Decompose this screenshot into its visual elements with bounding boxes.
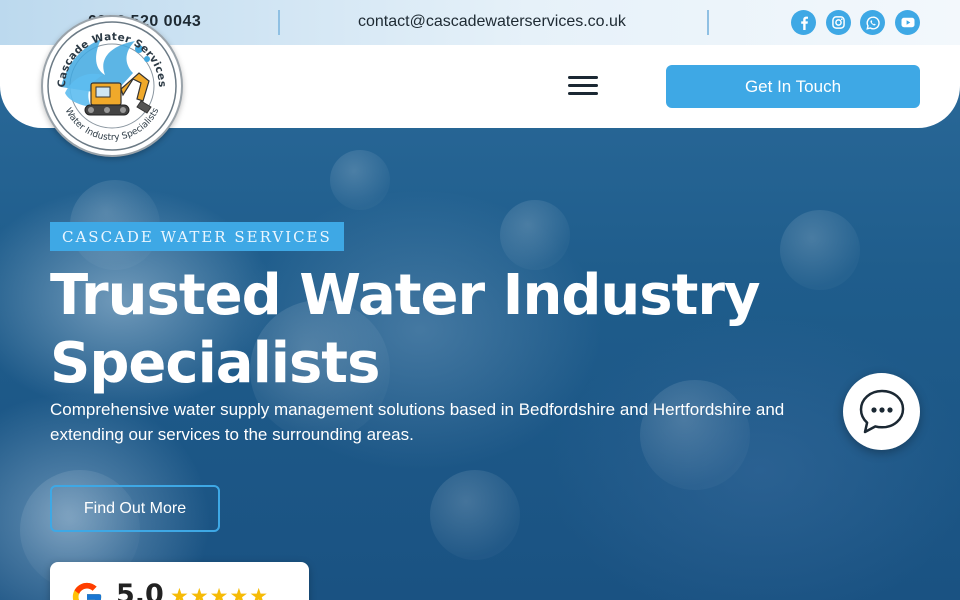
review-stars: ★★★★★	[170, 585, 270, 600]
menu-hamburger-icon[interactable]	[568, 76, 598, 96]
bubble-decoration	[330, 150, 390, 210]
topbar-divider	[278, 10, 280, 35]
youtube-icon[interactable]	[895, 10, 920, 35]
find-out-more-button[interactable]: Find Out More	[50, 485, 220, 532]
whatsapp-icon[interactable]	[860, 10, 885, 35]
bubble-decoration	[430, 470, 520, 560]
hero-subtitle: Comprehensive water supply management so…	[50, 400, 785, 444]
chat-widget-button[interactable]	[843, 373, 920, 450]
google-review-card[interactable]: 5.0 ★★★★★	[50, 562, 309, 600]
facebook-icon[interactable]	[791, 10, 816, 35]
google-icon	[72, 582, 102, 600]
bubble-decoration	[500, 200, 570, 270]
email-link[interactable]: contact@cascadewaterservices.co.uk	[358, 13, 626, 31]
chat-bubble-icon	[859, 389, 904, 433]
hero-badge: CASCADE WATER SERVICES	[50, 222, 344, 251]
instagram-icon[interactable]	[826, 10, 851, 35]
hero-title: Trusted Water Industry Specialists	[50, 263, 761, 396]
company-logo[interactable]: Cascade Water Services Water Industry Sp…	[41, 15, 183, 157]
topbar-divider	[707, 10, 709, 35]
review-rating: 5.0	[116, 579, 164, 600]
get-in-touch-button[interactable]: Get In Touch	[666, 65, 920, 108]
